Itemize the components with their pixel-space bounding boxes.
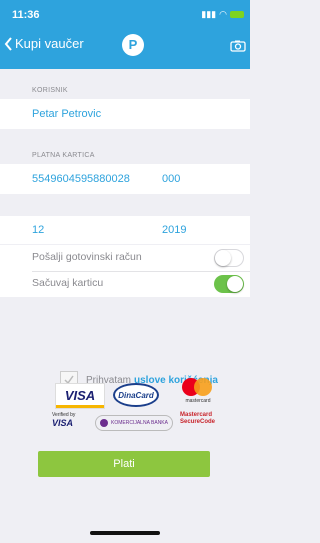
- card-number-field[interactable]: 5549604595880028: [32, 173, 130, 185]
- toggle-knob: [215, 250, 231, 266]
- mastercard-text: mastercard: [185, 398, 211, 404]
- user-row[interactable]: Petar Petrovic: [0, 99, 250, 129]
- back-button[interactable]: Kupi vaučer: [4, 36, 84, 51]
- verified-visa-text: VISA: [52, 418, 74, 428]
- cvv-field[interactable]: 000: [162, 173, 180, 185]
- home-indicator[interactable]: [90, 531, 160, 535]
- toggle-group: Pošalji gotovinski račun Sačuvaj karticu: [0, 245, 250, 297]
- expiry-year-field[interactable]: 2019: [162, 224, 186, 236]
- dinacard-logo: DinaCard: [113, 383, 159, 407]
- app-header: 11:36 ▮▮▮ ◠ Kupi vaučer P: [0, 0, 250, 69]
- save-card-toggle[interactable]: [214, 275, 244, 293]
- user-section-label: KORISNIK: [32, 87, 68, 94]
- expiry-row[interactable]: 12 2019: [0, 216, 250, 244]
- verified-by-visa-logo: Verified by VISA: [52, 412, 75, 428]
- status-time: 11:36: [12, 9, 40, 21]
- save-card-label: Sačuvaj karticu: [32, 277, 104, 289]
- cash-receipt-toggle[interactable]: [214, 249, 244, 267]
- wifi-icon: ◠: [219, 9, 227, 19]
- visa-logo: VISA: [55, 383, 105, 409]
- expiry-month-field[interactable]: 12: [32, 224, 44, 236]
- visa-logo-text: VISA: [64, 388, 96, 403]
- toggle-knob: [227, 276, 243, 292]
- chevron-left-icon: [4, 36, 12, 51]
- back-label: Kupi vaučer: [15, 36, 84, 51]
- signal-icon: ▮▮▮: [201, 9, 217, 19]
- card-section-label: PLATNA KARTICA: [32, 152, 95, 159]
- mc-secure-line2: SecureCode: [180, 419, 216, 425]
- status-icons: ▮▮▮ ◠: [201, 9, 244, 20]
- battery-icon: [230, 11, 244, 18]
- bank-name: KOMERCIJALNA BANKA: [111, 420, 168, 426]
- visa-stripe: [56, 405, 104, 408]
- pay-button[interactable]: Plati: [38, 451, 210, 477]
- bank-emblem-icon: [100, 419, 109, 427]
- mastercard-orange-circle: [194, 378, 212, 396]
- mastercard-logo: mastercard: [180, 378, 216, 406]
- user-name-value: Petar Petrovic: [32, 108, 102, 120]
- komercijalna-banka-logo: KOMERCIJALNA BANKA: [95, 415, 173, 431]
- mc-secure-line1: Mastercard: [180, 412, 213, 418]
- cash-receipt-label: Pošalji gotovinski račun: [32, 251, 142, 263]
- divider: [32, 271, 250, 272]
- mastercard-securecode-logo: Mastercard SecureCode: [180, 412, 215, 426]
- app-logo: P: [122, 34, 144, 56]
- card-number-row[interactable]: 5549604595880028 000: [0, 164, 250, 194]
- camera-icon[interactable]: [230, 40, 246, 52]
